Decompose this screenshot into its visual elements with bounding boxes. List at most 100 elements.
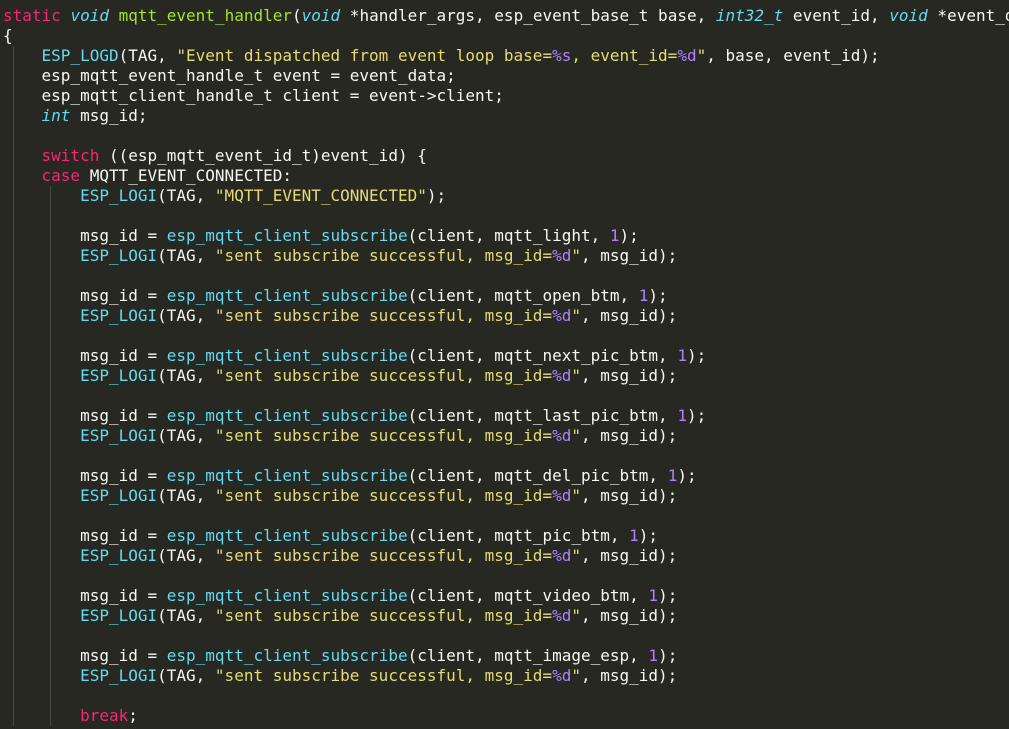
- code-line[interactable]: msg_id = esp_mqtt_client_subscribe(clien…: [3, 586, 1009, 606]
- indent-guide: [50, 406, 51, 426]
- code-token: esp_mqtt_client_subscribe: [166, 646, 408, 665]
- indent-guide: [50, 226, 51, 246]
- code-line[interactable]: esp_mqtt_client_handle_t client = event-…: [3, 86, 1009, 106]
- code-line[interactable]: msg_id = esp_mqtt_client_subscribe(clien…: [3, 646, 1009, 666]
- code-token: MQTT_EVENT_CONNECTED:: [80, 166, 292, 185]
- code-line[interactable]: {: [3, 26, 1009, 46]
- code-token: ESP_LOGI: [80, 186, 158, 205]
- code-line[interactable]: [3, 566, 1009, 586]
- indent-guide: [13, 326, 14, 346]
- code-line[interactable]: break;: [3, 706, 1009, 726]
- code-token: );: [426, 186, 447, 205]
- code-token: esp_mqtt_client_subscribe: [166, 466, 408, 485]
- indent-guide: [13, 706, 14, 726]
- indent-guide: [50, 426, 51, 446]
- code-token: , msg_id);: [580, 546, 678, 565]
- code-token: );: [619, 226, 639, 245]
- indent-guide: [13, 586, 14, 606]
- indent-guide: [50, 286, 51, 306]
- indent-guide: [50, 246, 51, 266]
- code-token: (client, mqtt_light,: [407, 226, 610, 245]
- indent-guide: [13, 46, 14, 66]
- code-token: msg_id =: [80, 286, 167, 305]
- code-line[interactable]: ESP_LOGI(TAG, "sent subscribe successful…: [3, 666, 1009, 686]
- code-line[interactable]: case MQTT_EVENT_CONNECTED:: [3, 166, 1009, 186]
- code-token: ": [571, 546, 581, 565]
- code-token: msg_id =: [80, 406, 167, 425]
- code-line[interactable]: ESP_LOGI(TAG, "MQTT_EVENT_CONNECTED");: [3, 186, 1009, 206]
- indent-guide: [13, 86, 14, 106]
- code-token: 1: [609, 226, 620, 245]
- code-token: msg_id =: [80, 646, 167, 665]
- code-line[interactable]: msg_id = esp_mqtt_client_subscribe(clien…: [3, 286, 1009, 306]
- code-line[interactable]: [3, 326, 1009, 346]
- code-token: (client, mqtt_pic_btm,: [407, 526, 630, 545]
- indent-guide: [50, 566, 51, 586]
- code-area[interactable]: static void mqtt_event_handler(void *han…: [3, 6, 1009, 726]
- code-line[interactable]: ESP_LOGI(TAG, "sent subscribe successful…: [3, 546, 1009, 566]
- code-line[interactable]: ESP_LOGI(TAG, "sent subscribe successful…: [3, 366, 1009, 386]
- code-token: msg_id =: [80, 466, 167, 485]
- code-token: event_id,: [783, 6, 890, 25]
- code-token: (TAG,: [157, 366, 215, 385]
- code-token: %d: [552, 486, 572, 505]
- code-line[interactable]: [3, 686, 1009, 706]
- code-token: (TAG,: [157, 606, 215, 625]
- code-line[interactable]: ESP_LOGD(TAG, "Event dispatched from eve…: [3, 46, 1009, 66]
- code-token: "Event dispatched from event loop base=: [176, 46, 553, 65]
- code-line[interactable]: [3, 266, 1009, 286]
- indent-guide: [13, 146, 14, 166]
- code-line[interactable]: switch ((esp_mqtt_event_id_t)event_id) {: [3, 146, 1009, 166]
- code-token: ESP_LOGI: [80, 426, 158, 445]
- code-token: ;: [128, 706, 138, 725]
- code-line[interactable]: static void mqtt_event_handler(void *han…: [3, 6, 1009, 26]
- code-token: *handler_args, esp_event_base_t base,: [340, 6, 716, 25]
- indent-guide: [50, 706, 51, 726]
- code-token: %d: [552, 306, 572, 325]
- code-token: 1: [648, 586, 659, 605]
- code-line[interactable]: [3, 206, 1009, 226]
- code-token: (client, mqtt_open_btm,: [407, 286, 639, 305]
- indent-guide: [50, 366, 51, 386]
- indent-guide: [13, 486, 14, 506]
- code-line[interactable]: [3, 506, 1009, 526]
- code-line[interactable]: ESP_LOGI(TAG, "sent subscribe successful…: [3, 606, 1009, 626]
- code-line[interactable]: msg_id = esp_mqtt_client_subscribe(clien…: [3, 406, 1009, 426]
- code-token: ESP_LOGI: [80, 306, 158, 325]
- code-token: (TAG,: [157, 306, 215, 325]
- indent-guide: [13, 366, 14, 386]
- code-token: esp_mqtt_event_handle_t event = event_da…: [41, 66, 456, 85]
- code-token: );: [658, 646, 678, 665]
- code-token: , msg_id);: [580, 486, 678, 505]
- code-line[interactable]: [3, 446, 1009, 466]
- code-token: %s: [552, 46, 572, 65]
- code-line[interactable]: msg_id = esp_mqtt_client_subscribe(clien…: [3, 466, 1009, 486]
- code-line[interactable]: ESP_LOGI(TAG, "sent subscribe successful…: [3, 486, 1009, 506]
- code-line[interactable]: msg_id = esp_mqtt_client_subscribe(clien…: [3, 226, 1009, 246]
- code-editor[interactable]: static void mqtt_event_handler(void *han…: [0, 0, 1009, 729]
- code-token: "sent subscribe successful, msg_id=: [214, 486, 553, 505]
- code-token: (TAG,: [157, 666, 215, 685]
- indent-guide: [50, 206, 51, 226]
- code-line[interactable]: [3, 126, 1009, 146]
- indent-guide: [13, 306, 14, 326]
- indent-guide: [50, 626, 51, 646]
- code-token: (TAG,: [157, 186, 215, 205]
- code-line[interactable]: ESP_LOGI(TAG, "sent subscribe successful…: [3, 246, 1009, 266]
- code-line[interactable]: int msg_id;: [3, 106, 1009, 126]
- code-line[interactable]: esp_mqtt_event_handle_t event = event_da…: [3, 66, 1009, 86]
- code-token: "sent subscribe successful, msg_id=: [214, 606, 553, 625]
- code-token: ": [571, 666, 581, 685]
- code-line[interactable]: [3, 626, 1009, 646]
- code-token: esp_mqtt_client_subscribe: [166, 346, 408, 365]
- code-line[interactable]: msg_id = esp_mqtt_client_subscribe(clien…: [3, 526, 1009, 546]
- indent-guide: [50, 646, 51, 666]
- code-line[interactable]: ESP_LOGI(TAG, "sent subscribe successful…: [3, 426, 1009, 446]
- code-line[interactable]: [3, 386, 1009, 406]
- code-token: (client, mqtt_image_esp,: [407, 646, 649, 665]
- indent-guide: [50, 326, 51, 346]
- code-line[interactable]: msg_id = esp_mqtt_client_subscribe(clien…: [3, 346, 1009, 366]
- code-line[interactable]: ESP_LOGI(TAG, "sent subscribe successful…: [3, 306, 1009, 326]
- code-token: );: [686, 346, 707, 365]
